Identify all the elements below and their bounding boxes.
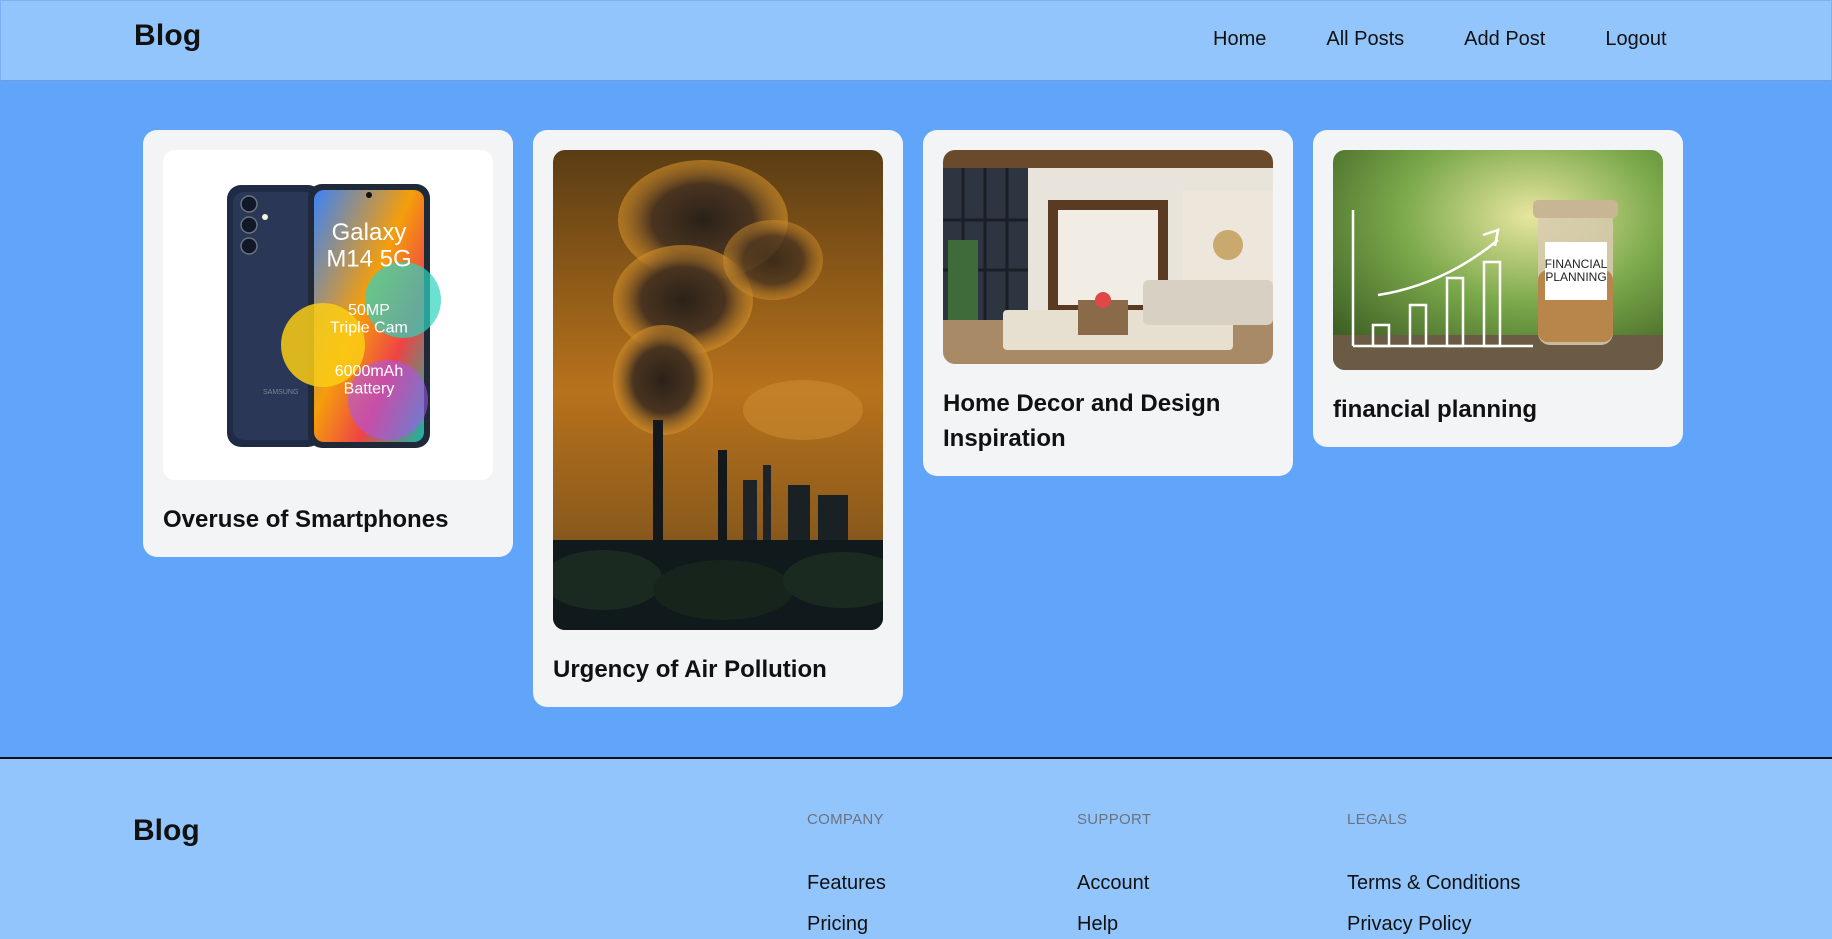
smartphone-image: SAMSUNG Galaxy M14 5G 50MP Triple Cam 6000…: [163, 150, 493, 480]
nav-logout[interactable]: Logout: [1575, 28, 1696, 51]
main-nav: Home All Posts Add Post Logout: [1191, 28, 1697, 51]
footer-logo[interactable]: Blog: [133, 814, 200, 848]
footer-link-help[interactable]: Help: [1077, 913, 1307, 936]
post-title[interactable]: financial planning: [1333, 392, 1663, 427]
post-card[interactable]: Urgency of Air Pollution: [533, 130, 903, 707]
factory-smoke-image: [553, 150, 883, 630]
financial-planning-image: FINANCIAL PLANNING: [1333, 150, 1663, 370]
footer-link-privacy[interactable]: Privacy Policy: [1347, 913, 1577, 936]
site-logo[interactable]: Blog: [134, 19, 201, 53]
site-footer: Blog Company Features Pricing Support Ac…: [0, 757, 1832, 939]
phone-battery-text: 6000mAh Battery: [335, 363, 404, 398]
nav-all-posts[interactable]: All Posts: [1296, 28, 1434, 51]
site-header: Blog Home All Posts Add Post Logout: [0, 0, 1832, 81]
nav-add-post[interactable]: Add Post: [1434, 28, 1575, 51]
phone-model-text: Galaxy M14 5G: [326, 219, 411, 272]
phone-brand-text: SAMSUNG: [263, 389, 298, 396]
footer-link-account[interactable]: Account: [1077, 872, 1307, 895]
post-card[interactable]: SAMSUNG Galaxy M14 5G 50MP Triple Cam 6000…: [143, 130, 513, 557]
footer-heading: Company: [807, 811, 884, 828]
footer-column-legals: Legals Terms & Conditions Privacy Policy: [1347, 811, 1577, 936]
footer-heading: Support: [1077, 811, 1152, 828]
footer-column-support: Support Account Help: [1077, 811, 1307, 936]
post-title[interactable]: Urgency of Air Pollution: [553, 652, 883, 687]
nav-home[interactable]: Home: [1191, 28, 1296, 51]
jar-label-text: FINANCIAL PLANNING: [1545, 257, 1608, 284]
footer-link-pricing[interactable]: Pricing: [807, 913, 1037, 936]
footer-link-terms[interactable]: Terms & Conditions: [1347, 872, 1577, 895]
living-room-image: [943, 150, 1273, 364]
footer-link-features[interactable]: Features: [807, 872, 1037, 895]
footer-column-company: Company Features Pricing: [807, 811, 1037, 936]
posts-grid: SAMSUNG Galaxy M14 5G 50MP Triple Cam 6000…: [0, 81, 1832, 757]
post-title[interactable]: Home Decor and Design Inspiration: [943, 386, 1273, 456]
post-card[interactable]: Home Decor and Design Inspiration: [923, 130, 1293, 476]
post-title[interactable]: Overuse of Smartphones: [163, 502, 493, 537]
post-card[interactable]: FINANCIAL PLANNING financial planning: [1313, 130, 1683, 447]
footer-heading: Legals: [1347, 811, 1408, 828]
